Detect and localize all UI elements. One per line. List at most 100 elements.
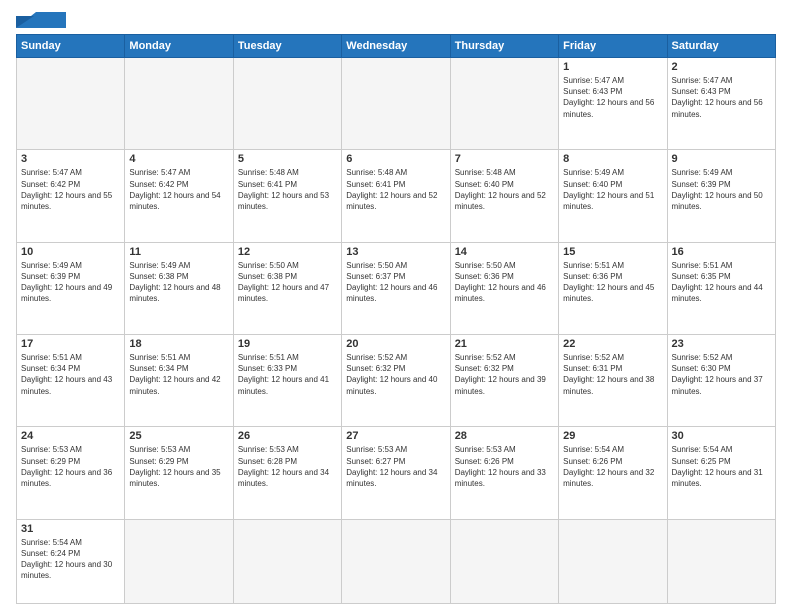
calendar-day-cell: 6Sunrise: 5:48 AMSunset: 6:41 PMDaylight…	[342, 150, 450, 242]
day-number: 23	[672, 338, 771, 350]
day-number: 4	[129, 153, 228, 165]
calendar-week-row: 1 Sunrise: 5:47 AMSunset: 6:43 PMDaylight…	[17, 58, 776, 150]
calendar-day-cell: 29 Sunrise: 5:54 AMSunset: 6:26 PMDayligh…	[559, 427, 667, 519]
day-number: 21	[455, 338, 554, 350]
day-info: Sunrise: 5:53 AMSunset: 6:28 PMDaylight:…	[238, 444, 337, 489]
day-info: Sunrise: 5:53 AMSunset: 6:29 PMDaylight:…	[129, 444, 228, 489]
day-info: Sunrise: 5:47 AMSunset: 6:43 PMDaylight:…	[563, 75, 662, 120]
day-info: Sunrise: 5:49 AMSunset: 6:39 PMDaylight:…	[672, 167, 771, 212]
calendar-day-cell: 25Sunrise: 5:53 AMSunset: 6:29 PMDayligh…	[125, 427, 233, 519]
day-number: 20	[346, 338, 445, 350]
day-info: Sunrise: 5:49 AMSunset: 6:39 PMDaylight:…	[21, 260, 120, 305]
calendar-week-row: 31 Sunrise: 5:54 AMSunset: 6:24 PMDayligh…	[17, 519, 776, 603]
calendar-day-cell	[125, 58, 233, 150]
day-number: 14	[455, 246, 554, 258]
day-info: Sunrise: 5:51 AMSunset: 6:34 PMDaylight:…	[129, 352, 228, 397]
day-info: Sunrise: 5:52 AMSunset: 6:32 PMDaylight:…	[455, 352, 554, 397]
calendar-day-cell: 8Sunrise: 5:49 AMSunset: 6:40 PMDaylight…	[559, 150, 667, 242]
day-number: 16	[672, 246, 771, 258]
calendar-day-cell: 13 Sunrise: 5:50 AMSunset: 6:37 PMDayligh…	[342, 242, 450, 334]
calendar-table: SundayMondayTuesdayWednesdayThursdayFrid…	[16, 34, 776, 604]
calendar-day-cell: 2Sunrise: 5:47 AMSunset: 6:43 PMDaylight…	[667, 58, 775, 150]
calendar-day-cell: 26 Sunrise: 5:53 AMSunset: 6:28 PMDayligh…	[233, 427, 341, 519]
calendar-day-cell	[667, 519, 775, 603]
calendar-day-cell	[342, 519, 450, 603]
calendar-day-cell	[342, 58, 450, 150]
day-number: 11	[129, 246, 228, 258]
day-number: 15	[563, 246, 662, 258]
day-info: Sunrise: 5:51 AMSunset: 6:36 PMDaylight:…	[563, 260, 662, 305]
calendar-day-cell	[125, 519, 233, 603]
calendar-day-cell	[233, 58, 341, 150]
day-number: 8	[563, 153, 662, 165]
day-info: Sunrise: 5:54 AMSunset: 6:25 PMDaylight:…	[672, 444, 771, 489]
day-number: 9	[672, 153, 771, 165]
day-info: Sunrise: 5:54 AMSunset: 6:24 PMDaylight:…	[21, 537, 120, 582]
day-info: Sunrise: 5:48 AMSunset: 6:40 PMDaylight:…	[455, 167, 554, 212]
calendar-day-cell: 5Sunrise: 5:48 AMSunset: 6:41 PMDaylight…	[233, 150, 341, 242]
day-info: Sunrise: 5:54 AMSunset: 6:26 PMDaylight:…	[563, 444, 662, 489]
day-info: Sunrise: 5:50 AMSunset: 6:38 PMDaylight:…	[238, 260, 337, 305]
calendar-day-cell: 19Sunrise: 5:51 AMSunset: 6:33 PMDayligh…	[233, 334, 341, 426]
day-number: 28	[455, 430, 554, 442]
day-info: Sunrise: 5:47 AMSunset: 6:42 PMDaylight:…	[21, 167, 120, 212]
day-number: 24	[21, 430, 120, 442]
calendar-day-cell: 23Sunrise: 5:52 AMSunset: 6:30 PMDayligh…	[667, 334, 775, 426]
day-number: 18	[129, 338, 228, 350]
day-info: Sunrise: 5:53 AMSunset: 6:26 PMDaylight:…	[455, 444, 554, 489]
logo	[16, 12, 66, 28]
day-info: Sunrise: 5:51 AMSunset: 6:35 PMDaylight:…	[672, 260, 771, 305]
day-number: 26	[238, 430, 337, 442]
calendar-day-cell: 22Sunrise: 5:52 AMSunset: 6:31 PMDayligh…	[559, 334, 667, 426]
logo-shape-icon	[16, 12, 66, 28]
day-number: 30	[672, 430, 771, 442]
day-info: Sunrise: 5:48 AMSunset: 6:41 PMDaylight:…	[346, 167, 445, 212]
page: SundayMondayTuesdayWednesdayThursdayFrid…	[0, 0, 792, 612]
weekday-header-monday: Monday	[125, 35, 233, 58]
calendar-day-cell: 24 Sunrise: 5:53 AMSunset: 6:29 PMDayligh…	[17, 427, 125, 519]
day-number: 22	[563, 338, 662, 350]
day-info: Sunrise: 5:53 AMSunset: 6:27 PMDaylight:…	[346, 444, 445, 489]
day-number: 27	[346, 430, 445, 442]
calendar-day-cell: 28 Sunrise: 5:53 AMSunset: 6:26 PMDayligh…	[450, 427, 558, 519]
calendar-day-cell: 30 Sunrise: 5:54 AMSunset: 6:25 PMDayligh…	[667, 427, 775, 519]
day-number: 5	[238, 153, 337, 165]
calendar-day-cell	[450, 519, 558, 603]
day-number: 31	[21, 523, 120, 535]
calendar-day-cell: 21 Sunrise: 5:52 AMSunset: 6:32 PMDayligh…	[450, 334, 558, 426]
day-info: Sunrise: 5:51 AMSunset: 6:34 PMDaylight:…	[21, 352, 120, 397]
calendar-week-row: 10Sunrise: 5:49 AMSunset: 6:39 PMDayligh…	[17, 242, 776, 334]
day-number: 17	[21, 338, 120, 350]
day-number: 1	[563, 61, 662, 73]
calendar-day-cell: 17 Sunrise: 5:51 AMSunset: 6:34 PMDayligh…	[17, 334, 125, 426]
weekday-header-saturday: Saturday	[667, 35, 775, 58]
calendar-day-cell: 4 Sunrise: 5:47 AMSunset: 6:42 PMDaylight…	[125, 150, 233, 242]
calendar-week-row: 3 Sunrise: 5:47 AMSunset: 6:42 PMDaylight…	[17, 150, 776, 242]
calendar-day-cell: 12Sunrise: 5:50 AMSunset: 6:38 PMDayligh…	[233, 242, 341, 334]
calendar-day-cell: 27 Sunrise: 5:53 AMSunset: 6:27 PMDayligh…	[342, 427, 450, 519]
calendar-day-cell: 18 Sunrise: 5:51 AMSunset: 6:34 PMDayligh…	[125, 334, 233, 426]
calendar-day-cell: 1 Sunrise: 5:47 AMSunset: 6:43 PMDaylight…	[559, 58, 667, 150]
day-info: Sunrise: 5:47 AMSunset: 6:42 PMDaylight:…	[129, 167, 228, 212]
calendar-day-cell: 20 Sunrise: 5:52 AMSunset: 6:32 PMDayligh…	[342, 334, 450, 426]
calendar-day-cell: 15 Sunrise: 5:51 AMSunset: 6:36 PMDayligh…	[559, 242, 667, 334]
day-info: Sunrise: 5:52 AMSunset: 6:32 PMDaylight:…	[346, 352, 445, 397]
calendar-day-cell	[450, 58, 558, 150]
calendar-day-cell: 7 Sunrise: 5:48 AMSunset: 6:40 PMDaylight…	[450, 150, 558, 242]
day-number: 2	[672, 61, 771, 73]
weekday-header-sunday: Sunday	[17, 35, 125, 58]
calendar-day-cell	[17, 58, 125, 150]
day-number: 19	[238, 338, 337, 350]
calendar-week-row: 24 Sunrise: 5:53 AMSunset: 6:29 PMDayligh…	[17, 427, 776, 519]
day-info: Sunrise: 5:50 AMSunset: 6:37 PMDaylight:…	[346, 260, 445, 305]
day-info: Sunrise: 5:53 AMSunset: 6:29 PMDaylight:…	[21, 444, 120, 489]
day-number: 13	[346, 246, 445, 258]
calendar-header-row: SundayMondayTuesdayWednesdayThursdayFrid…	[17, 35, 776, 58]
calendar-day-cell: 14Sunrise: 5:50 AMSunset: 6:36 PMDayligh…	[450, 242, 558, 334]
calendar-week-row: 17 Sunrise: 5:51 AMSunset: 6:34 PMDayligh…	[17, 334, 776, 426]
day-number: 7	[455, 153, 554, 165]
day-info: Sunrise: 5:49 AMSunset: 6:38 PMDaylight:…	[129, 260, 228, 305]
day-number: 3	[21, 153, 120, 165]
day-number: 29	[563, 430, 662, 442]
weekday-header-friday: Friday	[559, 35, 667, 58]
